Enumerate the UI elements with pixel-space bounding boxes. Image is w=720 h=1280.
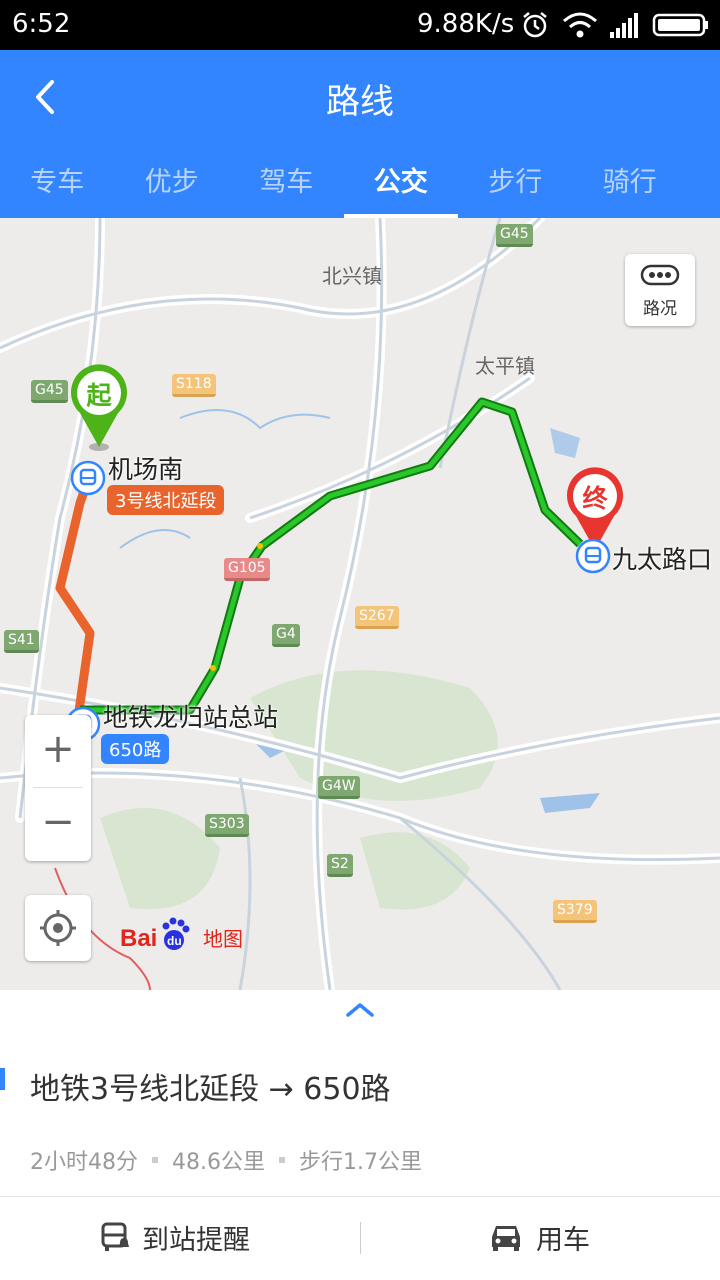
- tab-bike[interactable]: 骑行: [573, 150, 688, 218]
- battery-icon: [652, 13, 708, 37]
- wifi-icon: [563, 12, 597, 38]
- place-label: 北兴镇: [322, 264, 382, 288]
- road-badge: S267: [355, 606, 399, 629]
- road-badge: G45: [496, 224, 533, 247]
- road-badge: G105: [224, 558, 270, 581]
- bus-alert-icon: [101, 1222, 129, 1251]
- selected-route-indicator: [0, 1068, 5, 1090]
- bus-stop-icon: [575, 538, 611, 574]
- page-title: 路线: [326, 82, 394, 122]
- tab-walk[interactable]: 步行: [458, 150, 573, 218]
- tab-uber[interactable]: 优步: [115, 150, 230, 218]
- traffic-label: 路况: [643, 299, 677, 319]
- traffic-button[interactable]: 路况: [625, 254, 695, 326]
- bus-line-tag: 650路: [101, 734, 170, 764]
- road-badge: S379: [553, 900, 597, 923]
- alarm-icon: [523, 12, 547, 38]
- arrival-alert-button[interactable]: 到站提醒: [100, 1212, 250, 1262]
- svg-text:地图: 地图: [203, 927, 243, 951]
- panel-divider: [0, 1196, 720, 1197]
- status-bar: 6:52 9.88K/s: [0, 0, 720, 50]
- road-badge: G4W: [318, 776, 360, 799]
- zoom-controls: + −: [25, 715, 91, 861]
- road-badge: G45: [31, 380, 68, 403]
- arrival-alert-label: 到站提醒: [142, 1224, 250, 1256]
- road-badge: S303: [205, 814, 249, 837]
- tab-drive[interactable]: 驾车: [229, 150, 344, 218]
- crosshair-icon: [40, 910, 76, 946]
- road-badge: G4: [272, 624, 300, 647]
- network-speed: 9.88K/s: [417, 9, 515, 39]
- zoom-out-button[interactable]: −: [25, 788, 91, 860]
- baidu-paw-icon: Bai du 地图: [120, 917, 243, 952]
- baidu-map-logo: Bai du 地图: [120, 914, 250, 954]
- status-time: 6:52: [12, 9, 71, 39]
- road-badge: S118: [172, 374, 216, 397]
- map-background: [0, 218, 720, 990]
- tab-transit[interactable]: 公交: [343, 150, 459, 218]
- ride-label: 用车: [536, 1224, 590, 1256]
- route-panel[interactable]: 地铁3号线北延段 → 650路 2小时48分 48.6公里 步行1.7公里 到站…: [0, 990, 720, 1280]
- metro-stop-icon: [70, 460, 106, 496]
- route-distance: 48.6公里: [172, 1150, 265, 1175]
- separator-dot: [279, 1157, 285, 1163]
- end-station-label: 九太路口: [612, 545, 713, 574]
- road-badge: S41: [4, 630, 39, 653]
- route-summary: 2小时48分 48.6公里 步行1.7公里: [30, 1144, 422, 1176]
- separator-dot: [152, 1157, 158, 1163]
- tab-private-car[interactable]: 专车: [0, 150, 115, 218]
- action-divider: [360, 1222, 361, 1254]
- route-walking-distance: 步行1.7公里: [299, 1150, 422, 1175]
- zoom-in-button[interactable]: +: [25, 715, 91, 787]
- metro-line-tag: 3号线北延段: [107, 485, 225, 515]
- end-marker-label: 终: [582, 484, 608, 513]
- start-marker-label: 起: [86, 381, 112, 410]
- chevron-up-icon[interactable]: [344, 1000, 376, 1020]
- place-label: 太平镇: [475, 354, 535, 378]
- svg-text:Bai: Bai: [120, 925, 157, 952]
- svg-text:du: du: [167, 934, 182, 948]
- car-icon: [492, 1226, 520, 1251]
- transport-mode-tabs: 专车 优步 驾车 公交 步行 骑行: [0, 150, 720, 218]
- header-bar: 路线 专车 优步 驾车 公交 步行 骑行: [0, 50, 720, 218]
- road-badge: S2: [327, 854, 353, 877]
- route-duration: 2小时48分: [30, 1150, 138, 1175]
- ride-button[interactable]: 用车: [488, 1212, 590, 1262]
- locate-button[interactable]: [25, 895, 91, 961]
- transfer-station-label: 地铁龙归站总站: [103, 703, 279, 732]
- traffic-icon: [640, 264, 680, 286]
- start-station-label: 机场南: [108, 455, 184, 484]
- signal-icon: [610, 13, 638, 38]
- route-title[interactable]: 地铁3号线北延段 → 650路: [30, 1064, 391, 1108]
- route-map[interactable]: 北兴镇 太平镇 G45 G45 S118 G105 S267 S41 G4 G4…: [0, 218, 720, 990]
